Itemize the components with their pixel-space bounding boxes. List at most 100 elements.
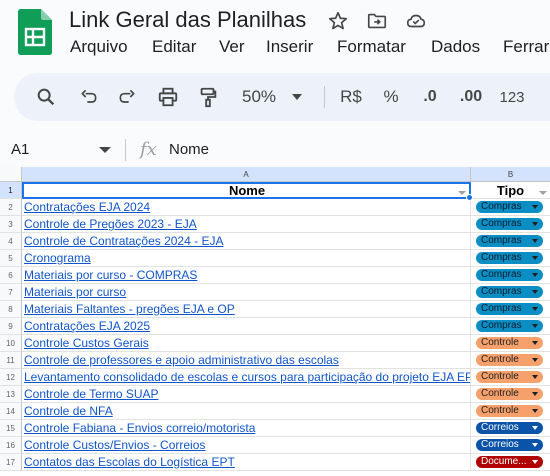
type-dropdown-chip[interactable]: Docume...	[476, 456, 543, 468]
name-cell[interactable]: Controle Fabiana - Envios correio/motori…	[22, 420, 471, 437]
cloud-saved-icon[interactable]	[405, 10, 427, 32]
zoom-dropdown-button[interactable]	[290, 73, 304, 121]
zoom-select[interactable]: 50%	[234, 73, 284, 121]
menu-arquivo[interactable]: Arquivo	[70, 37, 128, 57]
header-cell-nome[interactable]: Nome	[22, 182, 471, 199]
name-cell[interactable]: Cronograma	[22, 250, 471, 267]
name-cell[interactable]: Controle de professores e apoio administ…	[22, 352, 471, 369]
type-cell[interactable]: Compras	[471, 233, 550, 250]
undo-button[interactable]	[76, 73, 102, 121]
sheet-link[interactable]: Materiais Faltantes - pregões EJA e OP	[24, 302, 235, 316]
paint-format-button[interactable]	[194, 73, 222, 121]
increase-decimal-button[interactable]: .00	[454, 73, 488, 121]
type-dropdown-chip[interactable]: Compras	[476, 286, 543, 298]
type-cell[interactable]: Controle	[471, 403, 550, 420]
header-cell-tipo[interactable]: Tipo	[471, 182, 550, 199]
row-header[interactable]: 15	[0, 420, 22, 437]
name-cell[interactable]: Materiais Faltantes - pregões EJA e OP	[22, 301, 471, 318]
star-icon[interactable]	[327, 10, 349, 32]
filter-icon[interactable]	[539, 191, 547, 195]
decrease-decimal-button[interactable]: .0	[414, 73, 446, 121]
row-header[interactable]: 12	[0, 369, 22, 386]
fill-handle[interactable]	[466, 194, 473, 201]
name-cell[interactable]: Contratações EJA 2025	[22, 318, 471, 335]
type-dropdown-chip[interactable]: Compras	[476, 218, 543, 230]
sheet-link[interactable]: Controle de Termo SUAP	[24, 387, 159, 401]
type-dropdown-chip[interactable]: Controle	[476, 388, 543, 400]
name-box[interactable]: A1	[11, 141, 29, 158]
select-all-corner[interactable]	[0, 167, 22, 182]
type-dropdown-chip[interactable]: Controle	[476, 405, 543, 417]
name-cell[interactable]: Controle Custos Gerais	[22, 335, 471, 352]
menu-ferramentas[interactable]: Ferrar	[503, 37, 549, 57]
name-cell[interactable]: Controle de NFA	[22, 403, 471, 420]
type-cell[interactable]: Controle	[471, 369, 550, 386]
type-cell[interactable]: Correios	[471, 437, 550, 454]
name-cell[interactable]: Controle de Contratações 2024 - EJA	[22, 233, 471, 250]
name-cell[interactable]: Controle de Termo SUAP	[22, 386, 471, 403]
sheet-link[interactable]: Levantamento consolidado de escolas e cu…	[24, 370, 470, 384]
type-cell[interactable]: Compras	[471, 284, 550, 301]
sheet-link[interactable]: Controle de Contratações 2024 - EJA	[24, 234, 223, 248]
sheet-link[interactable]: Contratações EJA 2025	[24, 319, 150, 333]
sheet-link[interactable]: Controle de NFA	[24, 404, 113, 418]
row-header[interactable]: 8	[0, 301, 22, 318]
type-cell[interactable]: Docume...	[471, 454, 550, 471]
row-header[interactable]: 2	[0, 199, 22, 216]
type-cell[interactable]: Compras	[471, 250, 550, 267]
type-cell[interactable]: Compras	[471, 318, 550, 335]
name-cell[interactable]: Contratações EJA 2024	[22, 199, 471, 216]
sheet-link[interactable]: Controle Fabiana - Envios correio/motori…	[24, 421, 255, 435]
name-cell[interactable]: Materiais por curso	[22, 284, 471, 301]
type-cell[interactable]: Compras	[471, 216, 550, 233]
row-header[interactable]: 17	[0, 454, 22, 471]
currency-format-button[interactable]: R$	[336, 73, 366, 121]
name-cell[interactable]: Levantamento consolidado de escolas e cu…	[22, 369, 471, 386]
row-header[interactable]: 11	[0, 352, 22, 369]
name-box-dropdown-icon[interactable]	[99, 147, 111, 153]
sheet-link[interactable]: Cronograma	[24, 251, 91, 265]
type-dropdown-chip[interactable]: Compras	[476, 269, 543, 281]
sheet-link[interactable]: Materiais por curso	[24, 285, 126, 299]
type-cell[interactable]: Controle	[471, 386, 550, 403]
column-header-b[interactable]: B	[471, 167, 550, 182]
sheets-logo-icon[interactable]	[18, 9, 52, 55]
row-header[interactable]: 13	[0, 386, 22, 403]
type-cell[interactable]: Compras	[471, 301, 550, 318]
type-dropdown-chip[interactable]: Controle	[476, 371, 543, 383]
type-dropdown-chip[interactable]: Compras	[476, 303, 543, 315]
type-dropdown-chip[interactable]: Compras	[476, 252, 543, 264]
menu-dados[interactable]: Dados	[431, 37, 480, 57]
sheet-link[interactable]: Controle Custos Gerais	[24, 336, 149, 350]
row-header[interactable]: 5	[0, 250, 22, 267]
type-cell[interactable]: Compras	[471, 267, 550, 284]
menu-ver[interactable]: Ver	[219, 37, 245, 57]
sheet-link[interactable]: Materiais por curso - COMPRAS	[24, 268, 197, 282]
name-cell[interactable]: Controle Custos/Envios - Correios	[22, 437, 471, 454]
type-cell[interactable]: Controle	[471, 335, 550, 352]
formula-input[interactable]: Nome	[169, 141, 209, 158]
column-header-a[interactable]: A	[22, 167, 471, 182]
search-menus-button[interactable]	[32, 73, 60, 121]
type-dropdown-chip[interactable]: Controle	[476, 354, 543, 366]
sheet-link[interactable]: Controle Custos/Envios - Correios	[24, 438, 205, 452]
sheet-link[interactable]: Controle de Pregões 2023 - EJA	[24, 217, 197, 231]
name-cell[interactable]: Controle de Pregões 2023 - EJA	[22, 216, 471, 233]
filter-icon[interactable]	[458, 191, 466, 195]
number-format-button[interactable]: 123	[496, 73, 528, 121]
name-cell[interactable]: Materiais por curso - COMPRAS	[22, 267, 471, 284]
type-cell[interactable]: Correios	[471, 420, 550, 437]
row-header[interactable]: 14	[0, 403, 22, 420]
type-dropdown-chip[interactable]: Compras	[476, 320, 543, 332]
row-header[interactable]: 7	[0, 284, 22, 301]
sheet-link[interactable]: Contratações EJA 2024	[24, 200, 150, 214]
row-header[interactable]: 6	[0, 267, 22, 284]
menu-editar[interactable]: Editar	[152, 37, 196, 57]
row-header[interactable]: 3	[0, 216, 22, 233]
type-cell[interactable]: Compras	[471, 199, 550, 216]
type-cell[interactable]: Controle	[471, 352, 550, 369]
type-dropdown-chip[interactable]: Compras	[476, 235, 543, 247]
type-dropdown-chip[interactable]: Correios	[476, 422, 543, 434]
row-header[interactable]: 16	[0, 437, 22, 454]
menu-inserir[interactable]: Inserir	[266, 37, 313, 57]
